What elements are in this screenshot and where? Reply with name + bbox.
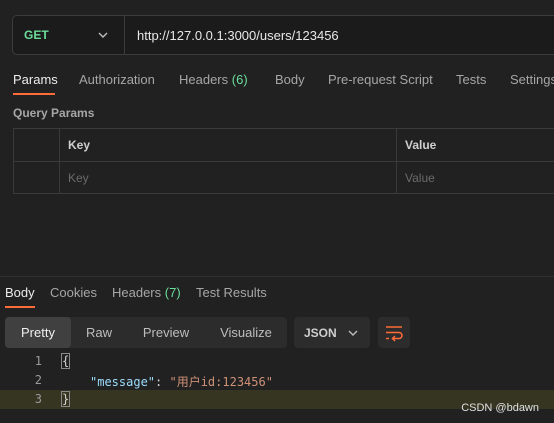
- json-close-brace: }: [60, 391, 71, 407]
- code-line: 1 {: [0, 352, 554, 371]
- chevron-down-icon: [98, 32, 108, 38]
- format-label: JSON: [304, 326, 337, 340]
- table-header-row: Key Value: [14, 129, 554, 162]
- line-number: 2: [34, 373, 42, 387]
- line-number: 3: [34, 392, 42, 406]
- response-headers-count: (7): [164, 285, 181, 300]
- tab-body[interactable]: Body: [275, 72, 305, 87]
- response-tabs: Body Cookies Headers (7) Test Results: [0, 285, 554, 308]
- request-tabs: Params Authorization Headers (6) Body Pr…: [0, 72, 554, 95]
- format-select[interactable]: JSON: [294, 317, 370, 348]
- url-input[interactable]: http://127.0.0.1:3000/users/123456: [137, 28, 339, 43]
- tab-headers-label: Headers: [179, 72, 229, 87]
- watermark: CSDN @bdawn: [461, 402, 539, 414]
- column-header-value: Value: [405, 138, 437, 152]
- headers-count: (6): [231, 72, 248, 87]
- tab-response-body[interactable]: Body: [5, 285, 35, 300]
- tab-test-results[interactable]: Test Results: [196, 285, 267, 300]
- table-row: Key Value: [14, 162, 554, 194]
- active-tab-indicator: [5, 306, 35, 308]
- tab-response-headers[interactable]: Headers (7): [112, 285, 181, 300]
- method-label: GET: [24, 28, 49, 42]
- code-text: "message": "用户id:123456": [90, 373, 273, 390]
- tab-headers[interactable]: Headers (6): [179, 72, 248, 87]
- param-key-input[interactable]: Key: [68, 171, 89, 185]
- view-raw-button[interactable]: Raw: [71, 317, 127, 348]
- code-line: 2 "message": "用户id:123456": [0, 371, 554, 390]
- view-visualize-button[interactable]: Visualize: [205, 317, 287, 348]
- chevron-down-icon: [348, 330, 358, 336]
- json-value: "用户id:123456": [169, 375, 273, 389]
- url-bar: GET http://127.0.0.1:3000/users/123456: [12, 15, 554, 55]
- query-params-title: Query Params: [13, 106, 95, 120]
- tab-response-headers-label: Headers: [112, 285, 162, 300]
- query-params-table: Key Value Key Value: [13, 128, 554, 194]
- column-header-key: Key: [68, 138, 91, 152]
- tab-tests[interactable]: Tests: [456, 72, 486, 87]
- tab-params[interactable]: Params: [13, 72, 58, 87]
- method-select[interactable]: GET: [13, 16, 125, 54]
- tab-authorization[interactable]: Authorization: [79, 72, 155, 87]
- wrap-lines-icon: [386, 326, 403, 342]
- view-pretty-button[interactable]: Pretty: [5, 317, 71, 348]
- json-colon: :: [155, 375, 170, 389]
- tab-settings[interactable]: Settings: [510, 72, 554, 87]
- json-key: "message": [90, 375, 156, 389]
- line-number: 1: [34, 354, 42, 368]
- json-open-brace: {: [60, 353, 71, 369]
- pane-divider[interactable]: [0, 276, 554, 277]
- active-tab-indicator: [13, 93, 55, 95]
- view-mode-group: Pretty Raw Preview Visualize: [5, 317, 287, 348]
- wrap-lines-button[interactable]: [378, 317, 410, 348]
- view-preview-button[interactable]: Preview: [127, 317, 205, 348]
- param-value-input[interactable]: Value: [405, 171, 435, 185]
- tab-cookies[interactable]: Cookies: [50, 285, 97, 300]
- code-text: }: [60, 391, 71, 407]
- code-text: {: [60, 353, 71, 369]
- tab-pre-request-script[interactable]: Pre-request Script: [328, 72, 433, 87]
